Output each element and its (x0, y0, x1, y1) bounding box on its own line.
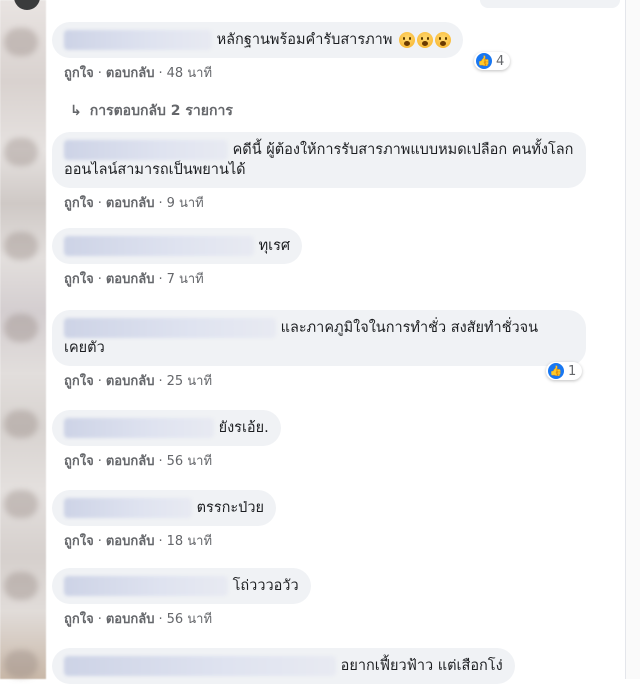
commenter-name[interactable] (64, 318, 276, 338)
comment: ตรรกะป่วย ถูกใจ · ตอบกลับ · 18 นาที (52, 490, 277, 551)
reply-link[interactable]: ตอบกลับ (106, 66, 155, 81)
comment: หลักฐานพร้อมคำรับสารภาพ ถูกใจ · ตอบกลับ · 48… (52, 22, 463, 83)
comment-bubble: คดีนี้ ผู้ต้องให้การรับสารภาพแบบหมดเปลือ… (52, 132, 586, 188)
commenter-name[interactable] (64, 418, 214, 438)
avatar[interactable] (4, 314, 38, 342)
comment-actions: ถูกใจ · ตอบกลับ · 25 นาที (64, 374, 213, 389)
scrollbar[interactable] (625, 0, 640, 679)
comment-time[interactable]: 25 นาที (167, 374, 212, 389)
comment-text: โถ่วววอวัว (232, 578, 299, 594)
commenter-name[interactable] (64, 30, 212, 50)
view-replies-link[interactable]: ↳ การตอบกลับ 2 รายการ (70, 100, 233, 122)
reaction-count: 4 (496, 53, 505, 69)
comment-text: อยากเฟี้ยวฟ้าว แต่เสือกโง่ (340, 658, 503, 674)
replies-count-label: การตอบกลับ 2 รายการ (89, 103, 233, 119)
comment-actions: ถูกใจ · ตอบกลับ · 56 นาที (64, 454, 213, 469)
surprised-face-icon (416, 32, 433, 48)
like-link[interactable]: ถูกใจ (64, 272, 94, 287)
comment-actions: ถูกใจ · ตอบกลับ · 7 นาที (64, 272, 204, 287)
comment-bubble: หลักฐานพร้อมคำรับสารภาพ (52, 22, 463, 58)
comment-text: หลักฐานพร้อมคำรับสารภาพ (216, 32, 393, 48)
avatar[interactable] (4, 490, 38, 518)
comment-bubble: และภาคภูมิใจในการทำชั่ว สงสัยทำชั่วจนเคย… (52, 310, 586, 366)
comment-actions: ถูกใจ · ตอบกลับ · 18 นาที (64, 534, 213, 549)
commenter-name[interactable] (64, 140, 228, 160)
comment: ทุเรศ ถูกใจ · ตอบกลับ · 7 นาที (52, 228, 303, 289)
previous-comment-bubble-edge (480, 0, 620, 8)
reply-arrow-icon: ↳ (70, 103, 82, 119)
comment-time[interactable]: 56 นาที (167, 612, 212, 627)
surprised-face-icon (434, 32, 451, 48)
comment: โถ่วววอวัว ถูกใจ · ตอบกลับ · 56 นาที (52, 568, 311, 629)
avatar-column (0, 0, 46, 679)
reply-link[interactable]: ตอบกลับ (106, 272, 155, 287)
reaction-badge[interactable]: 👍 1 (546, 362, 583, 380)
thumbs-up-icon: 👍 (476, 53, 492, 69)
comment: ยังรเอ้ย. ถูกใจ · ตอบกลับ · 56 นาที (52, 410, 281, 471)
comment: และภาคภูมิใจในการทำชั่ว สงสัยทำชั่วจนเคย… (52, 310, 592, 391)
comment-bubble: ทุเรศ (52, 228, 303, 264)
comment-bubble: ยังรเอ้ย. (52, 410, 281, 446)
like-link[interactable]: ถูกใจ (64, 534, 94, 549)
comment-time[interactable]: 7 นาที (167, 272, 204, 287)
like-link[interactable]: ถูกใจ (64, 196, 94, 211)
comment-text: ทุเรศ (258, 238, 291, 254)
avatar[interactable] (4, 572, 38, 600)
comment-actions: ถูกใจ · ตอบกลับ · 56 นาที (64, 612, 213, 627)
comment-bubble: ตรรกะป่วย (52, 490, 277, 526)
comment-text: ตรรกะป่วย (196, 500, 265, 516)
comment-text: ยังรเอ้ย. (218, 420, 269, 436)
reply-link[interactable]: ตอบกลับ (106, 534, 155, 549)
reply-link[interactable]: ตอบกลับ (106, 612, 155, 627)
thumbs-up-icon: 👍 (548, 363, 564, 379)
comment-bubble: โถ่วววอวัว (52, 568, 311, 604)
comment-time[interactable]: 18 นาที (167, 534, 212, 549)
comment-actions: ถูกใจ · ตอบกลับ · 48 นาที (64, 66, 213, 81)
like-link[interactable]: ถูกใจ (64, 454, 94, 469)
like-link[interactable]: ถูกใจ (64, 612, 94, 627)
commenter-name[interactable] (64, 576, 228, 596)
avatar[interactable] (4, 28, 38, 56)
comment-time[interactable]: 56 นาที (167, 454, 212, 469)
avatar[interactable] (4, 138, 38, 166)
avatar[interactable] (4, 232, 38, 260)
surprised-face-icon (398, 32, 415, 48)
avatar[interactable] (4, 410, 38, 438)
avatar[interactable] (4, 650, 38, 678)
reply-link[interactable]: ตอบกลับ (106, 374, 155, 389)
reaction-badge[interactable]: 👍 4 (474, 52, 511, 70)
comment-time[interactable]: 9 นาที (167, 196, 204, 211)
commenter-name[interactable] (64, 498, 192, 518)
comment-actions: ถูกใจ · ตอบกลับ · 9 นาที (64, 196, 204, 211)
comment-time[interactable]: 48 นาที (167, 66, 212, 81)
like-link[interactable]: ถูกใจ (64, 66, 94, 81)
commenter-name[interactable] (64, 656, 336, 676)
reply-link[interactable]: ตอบกลับ (106, 196, 155, 211)
reaction-count: 1 (568, 363, 577, 379)
commenter-name[interactable] (64, 236, 254, 256)
reply-link[interactable]: ตอบกลับ (106, 454, 155, 469)
comment: คดีนี้ ผู้ต้องให้การรับสารภาพแบบหมดเปลือ… (52, 132, 592, 213)
like-link[interactable]: ถูกใจ (64, 374, 94, 389)
